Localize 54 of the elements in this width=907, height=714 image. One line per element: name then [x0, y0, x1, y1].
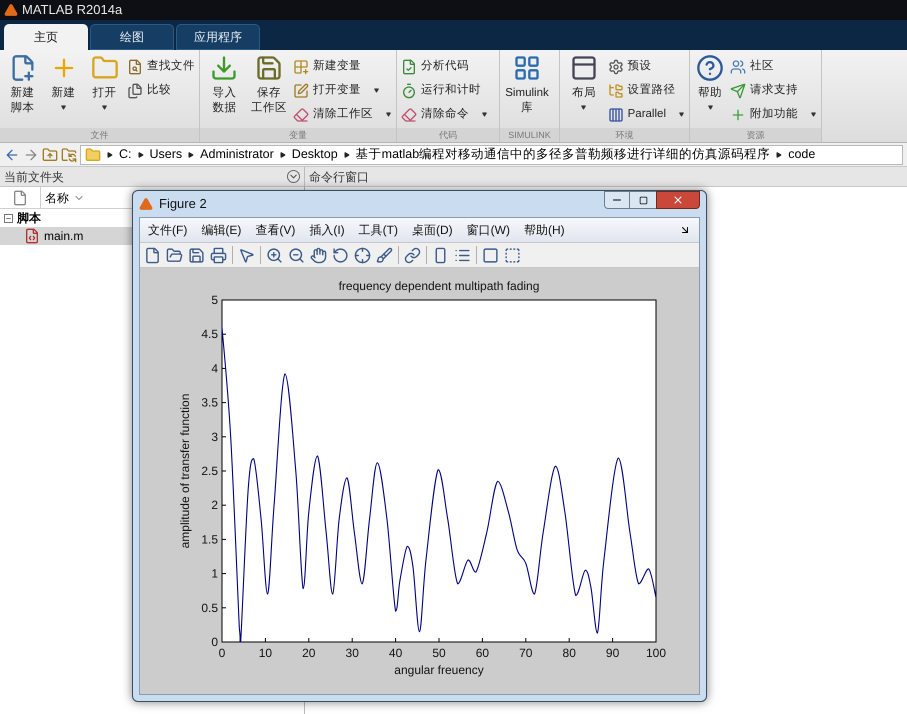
x-tick: 100: [646, 638, 666, 660]
x-tick: 70: [519, 638, 532, 660]
x-tick-label: 40: [388, 646, 403, 660]
x-tick: 20: [302, 638, 316, 660]
y-tick: 0.5: [201, 600, 226, 615]
y-tick: 4.5: [201, 327, 226, 342]
chart-title: frequency dependent multipath fading: [338, 279, 540, 293]
y-tick-label: 0.5: [201, 600, 218, 615]
x-tick: 50: [432, 638, 446, 660]
y-tick: 1: [211, 566, 226, 581]
panel-title: 当前文件夹: [4, 168, 64, 186]
x-tick-label: 60: [476, 646, 490, 660]
x-tick: 40: [388, 638, 402, 660]
y-tick: 3: [211, 430, 226, 444]
y-tick-label: 1.5: [201, 532, 218, 546]
x-tick-label: 70: [519, 646, 533, 660]
x-tick: 10: [258, 638, 272, 660]
x-tick-label: 80: [562, 646, 576, 660]
x-tick: 80: [562, 638, 576, 660]
y-tick-label: 4.5: [201, 327, 218, 342]
y-tick-label: 0: [211, 635, 218, 649]
y-tick-label: 1: [211, 566, 218, 581]
x-axis-label: angular freuency: [394, 663, 484, 677]
window-title: MATLAB R2014a: [22, 1, 122, 20]
x-tick-label: 10: [258, 646, 272, 660]
group-label: SIMULINK: [500, 128, 559, 142]
panel-title: 命令行窗口: [309, 168, 369, 186]
y-tick-label: 2: [211, 498, 218, 512]
y-tick: 3.5: [201, 396, 226, 410]
y-tick-label: 4: [211, 361, 218, 376]
y-tick: 2.5: [201, 464, 226, 478]
y-tick: 5: [211, 293, 226, 307]
x-tick: 60: [476, 638, 490, 660]
x-tick: 90: [606, 638, 620, 660]
x-tick-label: 50: [432, 646, 446, 660]
y-tick: 1.5: [201, 532, 226, 546]
group-label: 资源: [690, 128, 821, 142]
y-tick-label: 5: [211, 293, 218, 307]
figure-title: Figure 2: [159, 195, 207, 214]
y-tick: 2: [211, 498, 226, 512]
y-tick-label: 3: [211, 430, 218, 444]
x-tick-label: 90: [606, 646, 620, 660]
x-tick-label: 100: [646, 646, 666, 660]
group-label: 变量: [200, 128, 396, 142]
group-label: 环境: [560, 128, 689, 142]
x-tick: 30: [346, 638, 359, 660]
group-label: 文件: [0, 128, 199, 142]
y-tick-label: 3.5: [201, 396, 218, 410]
group-label: 代码: [397, 128, 499, 142]
x-tick-label: 20: [302, 646, 316, 660]
x-tick-label: 30: [346, 646, 360, 660]
y-tick: 4: [211, 361, 226, 376]
y-tick-label: 2.5: [201, 464, 218, 478]
y-axis-label: amplitude of transfer function: [178, 394, 192, 548]
